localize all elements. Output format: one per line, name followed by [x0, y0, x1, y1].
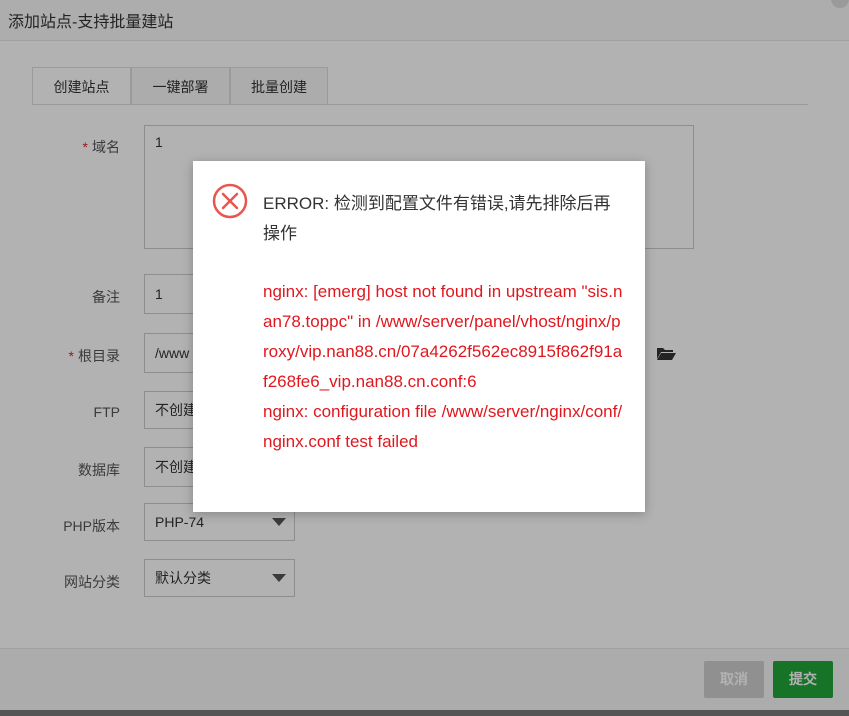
error-circle-icon [212, 183, 248, 219]
error-modal: ERROR: 检测到配置文件有错误,请先排除后再操作 nginx: [emerg… [193, 161, 645, 512]
error-line-2: nginx: configuration file /www/server/ng… [263, 402, 623, 451]
error-title: ERROR: 检测到配置文件有错误,请先排除后再操作 [263, 194, 611, 243]
bottom-strip [0, 710, 849, 716]
error-message: nginx: [emerg] host not found in upstrea… [263, 277, 623, 457]
error-line-1: nginx: [emerg] host not found in upstrea… [263, 282, 623, 391]
